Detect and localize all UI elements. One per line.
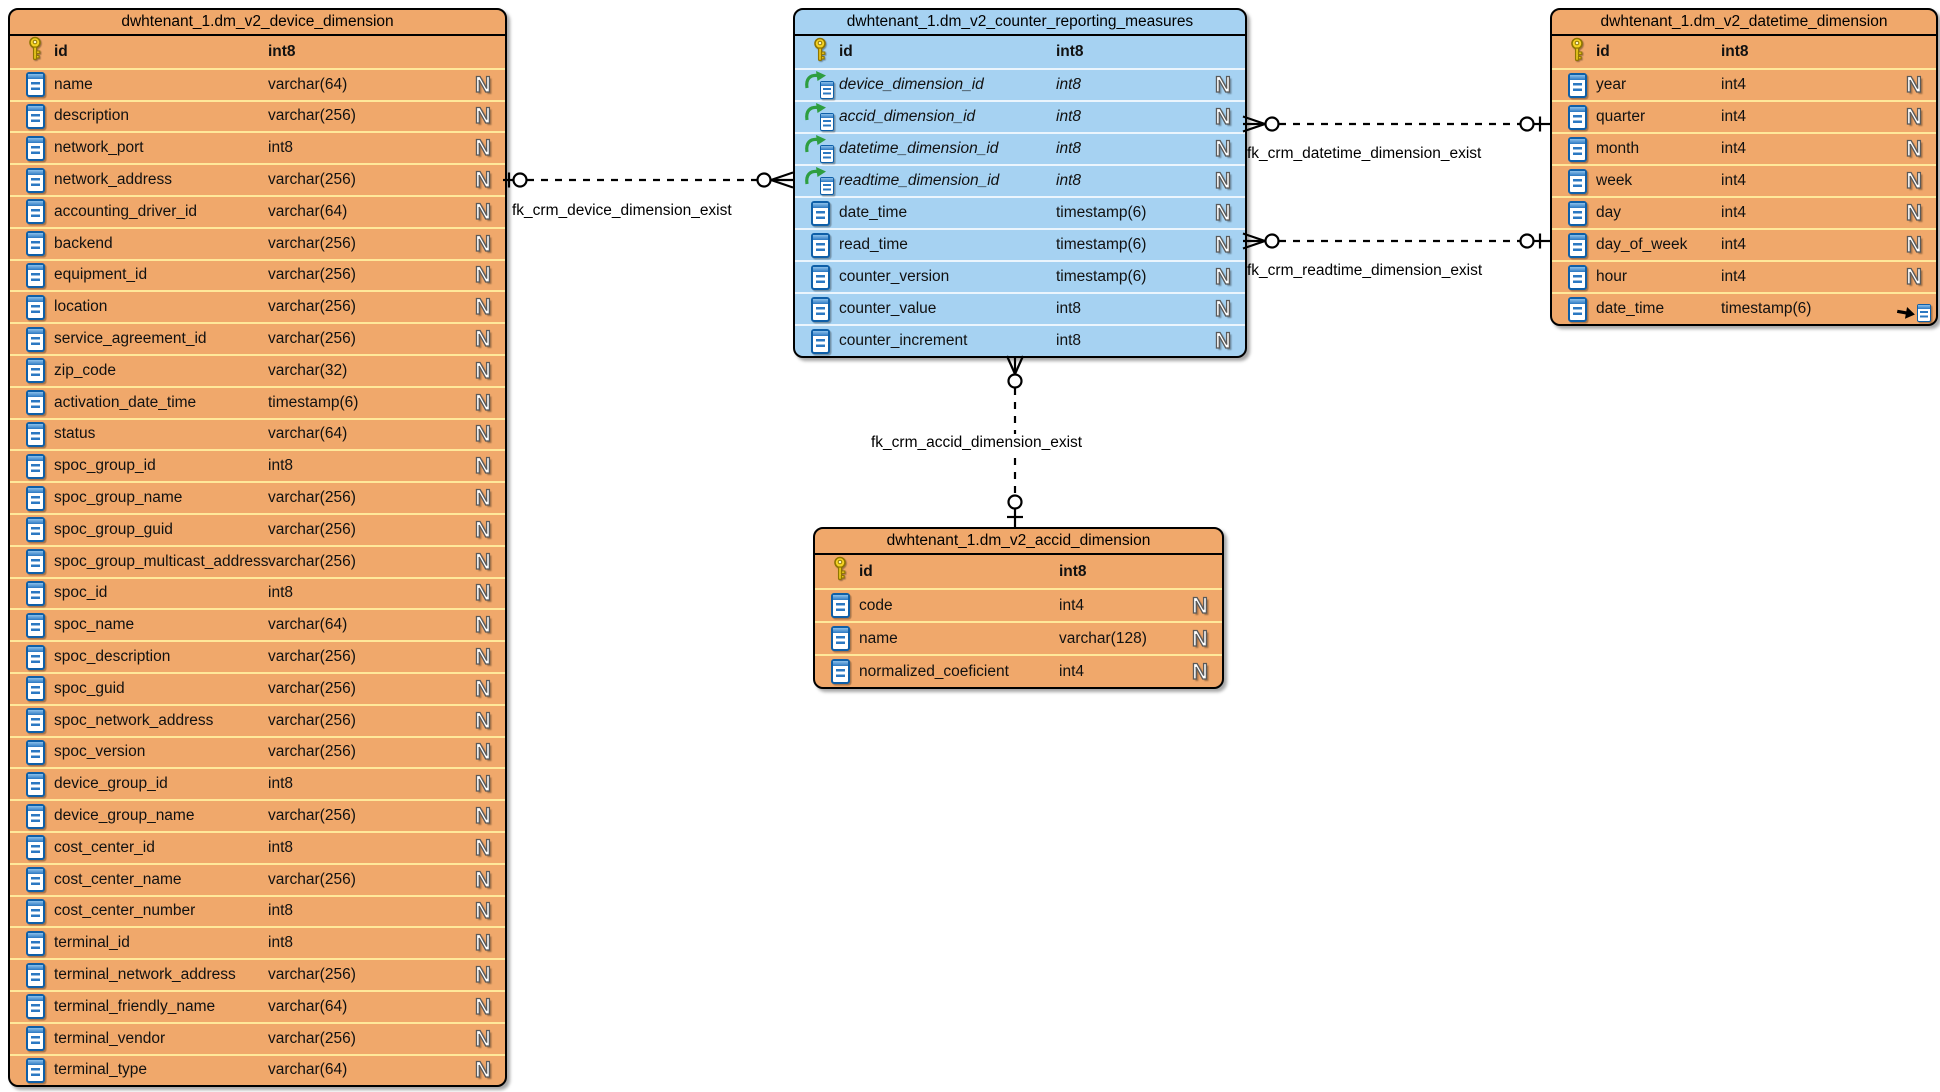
relationship-label[interactable]: fk_crm_datetime_dimension_exist (1247, 145, 1481, 163)
er-diagram-canvas: dwhtenant_1.dm_v2_device_dimensionidint8… (0, 0, 1940, 1092)
relationship-fk_crm_datetime_dimension_exist[interactable] (1243, 117, 1550, 132)
relationship-label[interactable]: fk_crm_accid_dimension_exist (868, 434, 1085, 452)
relationship-label[interactable]: fk_crm_readtime_dimension_exist (1247, 262, 1482, 280)
relationship-fk_crm_readtime_dimension_exist[interactable] (1243, 234, 1550, 249)
relationship-layer (0, 0, 1940, 1092)
relationship-label[interactable]: fk_crm_device_dimension_exist (512, 202, 732, 220)
relationship-fk_crm_device_dimension_exist[interactable] (503, 173, 793, 188)
